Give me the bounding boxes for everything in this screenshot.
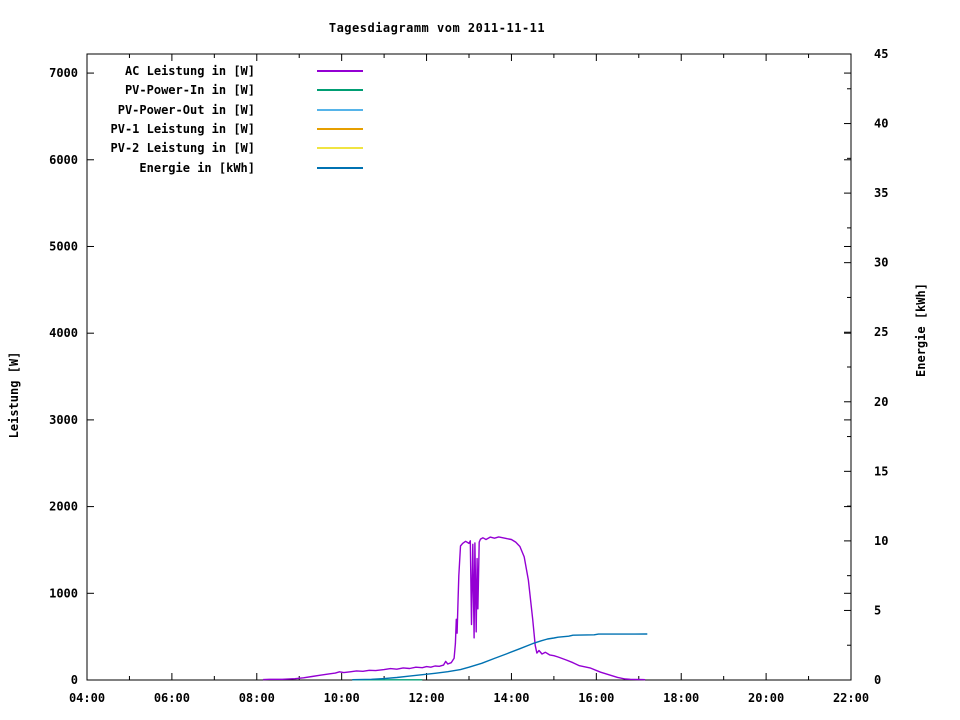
y-tick-label: 5000 <box>49 239 78 253</box>
y-tick-label: 4000 <box>49 326 78 340</box>
x-tick-label: 20:00 <box>748 691 784 705</box>
legend-line-sample-pv_out <box>317 108 363 111</box>
y-axis-title: Leistung [W] <box>7 351 21 439</box>
legend-label-pv1: PV-1 Leistung in [W] <box>110 121 256 136</box>
x-tick-label: 22:00 <box>833 691 869 705</box>
y2-tick-label: 45 <box>874 47 888 61</box>
x-tick-label: 06:00 <box>154 691 190 705</box>
legend-line-sample-pv_in <box>317 89 363 92</box>
series-ac-line <box>263 536 646 681</box>
y2-tick-label: 30 <box>874 256 888 270</box>
x-tick-label: 18:00 <box>663 691 699 705</box>
legend-label-energie: Energie in [kWh] <box>139 160 255 175</box>
x-tick-label: 12:00 <box>408 691 444 705</box>
y2-tick-label: 35 <box>874 186 888 200</box>
x-tick-label: 16:00 <box>578 691 614 705</box>
legend-line-sample-pv1 <box>317 127 363 130</box>
y-tick-label: 1000 <box>49 586 78 600</box>
chart-canvas: 04:00 06:00 08:00 10:00 12:00 14:00 16:00 18:00… <box>0 0 960 720</box>
y2-tick-label: 0 <box>874 673 881 687</box>
legend-line-sample-pv2 <box>317 147 363 150</box>
chart-title: Tagesdiagramm vom 2011-11-11 <box>328 21 546 35</box>
y2-tick-label: 5 <box>874 603 881 617</box>
y2-axis-title: Energie [kWh] <box>914 283 928 377</box>
legend-line-sample-energie <box>317 166 363 169</box>
legend-label-ac: AC Leistung in [W] <box>124 64 255 78</box>
y2-tick-label: 20 <box>874 395 888 409</box>
y2-tick-label: 15 <box>874 464 888 478</box>
y2-tick-label: 10 <box>874 534 888 548</box>
y2-tick-label: 25 <box>874 325 888 339</box>
legend-label-pv_out: PV-Power-Out in [W] <box>117 102 255 117</box>
x-tick-label: 08:00 <box>239 691 275 705</box>
x-tick-label: 10:00 <box>324 691 360 705</box>
x-tick-label: 04:00 <box>69 691 105 705</box>
y-tick-label: 0 <box>71 673 78 687</box>
legend-label-pv2: PV-2 Leistung in [W] <box>110 141 256 156</box>
y-tick-label: 3000 <box>49 413 78 427</box>
x-tick-label: 14:00 <box>493 691 529 705</box>
y-tick-label: 2000 <box>49 500 78 514</box>
legend-line-sample-ac <box>317 70 363 72</box>
y2-tick-label: 40 <box>874 117 888 131</box>
legend-label-pv_in: PV-Power-In in [W] <box>124 83 255 98</box>
